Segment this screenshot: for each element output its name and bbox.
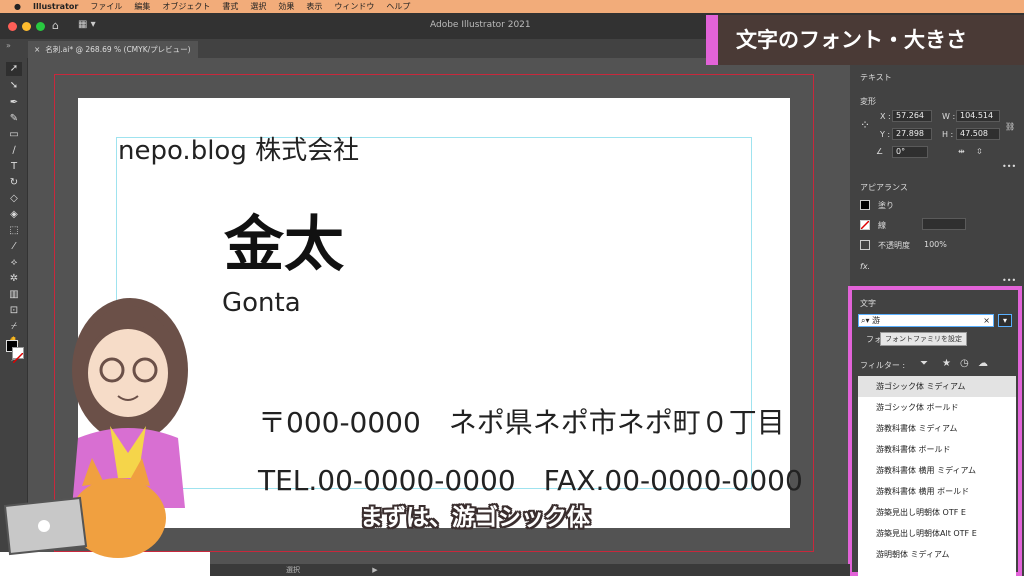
menu-help[interactable]: ヘルプ xyxy=(386,1,410,12)
minimize-window-button[interactable] xyxy=(22,22,31,31)
workspace-layout-icon[interactable]: ▦ ▾ xyxy=(78,19,96,30)
menu-window[interactable]: ウィンドウ xyxy=(334,1,374,12)
close-window-button[interactable] xyxy=(8,22,17,31)
font-item[interactable]: 游教科書体 横用 ボールド xyxy=(858,481,1016,502)
company-name-text[interactable]: nepo.blog 株式会社 xyxy=(118,130,359,167)
w-label: W : xyxy=(942,112,956,121)
tab-label: 名刺.ai* @ 268.69 % (CMYK/プレビュー) xyxy=(45,45,191,54)
paintbrush-tool-icon[interactable]: ∕ xyxy=(6,144,22,158)
font-item[interactable]: 游築見出し明朝体 OTF E xyxy=(858,502,1016,523)
stroke-label: 線 xyxy=(878,221,886,230)
h-field[interactable]: 47.508 xyxy=(956,128,1000,140)
text-section-title: テキスト xyxy=(860,73,892,82)
font-family-tooltip: フォントファミリを設定 xyxy=(880,332,967,346)
opacity-icon xyxy=(860,240,870,250)
status-current-tool[interactable]: 選択 xyxy=(286,566,300,574)
menu-type[interactable]: 書式 xyxy=(222,1,238,12)
warp-tool-icon[interactable]: ◈ xyxy=(6,208,22,222)
rotate-angle-field[interactable]: 0° xyxy=(892,146,928,158)
phone-fax-text[interactable]: TEL.00-0000-0000 FAX.00-0000-0000 xyxy=(258,459,803,499)
tutorial-heading-badge: 文字のフォント・大きさ xyxy=(706,15,1024,65)
menu-file[interactable]: ファイル xyxy=(90,1,122,12)
document-tab[interactable]: × 名刺.ai* @ 268.69 % (CMYK/プレビュー) xyxy=(28,41,198,58)
collapse-toolbar-icon[interactable]: » xyxy=(6,41,11,50)
w-field[interactable]: 104.514 xyxy=(956,110,1000,122)
rotate-tool-icon[interactable]: ↻ xyxy=(6,176,22,190)
reference-point-icon[interactable]: ⁘ xyxy=(860,118,870,132)
menu-object[interactable]: オブジェクト xyxy=(162,1,210,12)
fill-label: 塗り xyxy=(878,201,894,210)
character-panel-title: 文字 xyxy=(860,299,876,308)
fill-color-swatch[interactable] xyxy=(860,200,870,210)
selection-tool-icon[interactable]: ➚ xyxy=(6,62,22,76)
blend-tool-icon[interactable]: ⟡ xyxy=(6,256,22,270)
scale-tool-icon[interactable]: ⬚ xyxy=(6,224,22,238)
status-play-icon[interactable]: ▶ xyxy=(372,566,377,574)
eyedropper-tool-icon[interactable]: ⁄ xyxy=(6,240,22,254)
font-item[interactable]: 游明朝体 ミディアム xyxy=(858,544,1016,565)
status-bar: 選択 ▶ xyxy=(210,564,850,576)
illustrator-window: ● Illustrator ファイル 編集 オブジェクト 書式 選択 効果 表示… xyxy=(0,0,1024,576)
fx-button[interactable]: fx. xyxy=(860,262,870,271)
opacity-value[interactable]: 100% xyxy=(924,240,947,249)
menu-select[interactable]: 選択 xyxy=(250,1,266,12)
font-item-selected[interactable]: 游ゴシック体 ミディアム xyxy=(858,376,1016,397)
cloud-fonts-icon[interactable]: ☁ xyxy=(978,358,988,369)
presenter-illustration xyxy=(0,298,210,576)
eraser-tool-icon[interactable]: ◇ xyxy=(6,192,22,206)
font-search-value: 游 xyxy=(872,316,881,325)
font-item[interactable]: 游教科書体 横用 ミディアム xyxy=(858,460,1016,481)
pen-tool-icon[interactable]: ✒ xyxy=(6,96,22,110)
favorites-star-icon[interactable]: ★ xyxy=(942,358,951,369)
font-list: 游ゴシック体 ミディアム 游ゴシック体 ボールド 游教科書体 ミディアム 游教科… xyxy=(858,376,1016,576)
person-name-romaji-text[interactable]: Gonta xyxy=(222,288,301,318)
opacity-label: 不透明度 xyxy=(878,241,910,250)
search-icon: ⌕▾ xyxy=(861,316,870,325)
address-text[interactable]: 〒000-0000 ネポ県ネポ市ネポ町０丁目 xyxy=(258,401,842,441)
none-slash-icon xyxy=(860,220,870,230)
home-icon[interactable]: ⌂ xyxy=(52,19,59,32)
direct-selection-tool-icon[interactable]: ➘ xyxy=(6,79,22,93)
apple-icon[interactable]: ● xyxy=(14,2,21,11)
font-dropdown-button[interactable]: ▾ xyxy=(998,314,1012,327)
appearance-section-title: アピアランス xyxy=(860,183,908,192)
stroke-color-swatch[interactable] xyxy=(860,220,870,230)
flip-horizontal-icon[interactable]: ⇹ xyxy=(958,147,965,156)
stroke-weight-field[interactable] xyxy=(922,218,966,230)
rotate-angle-icon: ∠ xyxy=(876,147,884,156)
font-item[interactable]: 游教科書体 ボールド xyxy=(858,439,1016,460)
font-item[interactable]: 游築見出し明朝体Alt OTF E xyxy=(858,523,1016,544)
flip-vertical-icon[interactable]: ⇳ xyxy=(976,147,983,156)
person-name-text[interactable]: 金太 xyxy=(224,196,344,283)
appearance-more-button[interactable]: ••• xyxy=(1002,276,1016,285)
y-field[interactable]: 27.898 xyxy=(892,128,932,140)
menu-view[interactable]: 表示 xyxy=(306,1,322,12)
tab-close-icon[interactable]: × xyxy=(34,45,40,54)
zoom-window-button[interactable] xyxy=(36,22,45,31)
tutorial-caption: まずは、游ゴシック体 xyxy=(360,505,590,531)
recent-clock-icon[interactable]: ◷ xyxy=(960,358,969,369)
font-item[interactable]: 游ゴシック体 ボールド xyxy=(858,397,1016,418)
y-label: Y : xyxy=(880,130,891,139)
filter-label: フィルター : xyxy=(860,361,906,370)
curvature-tool-icon[interactable]: ✎ xyxy=(6,112,22,126)
font-item[interactable]: 游教科書体 ミディアム xyxy=(858,418,1016,439)
rectangle-tool-icon[interactable]: ▭ xyxy=(6,128,22,142)
filter-classification-icon[interactable]: ⏷ xyxy=(920,358,928,369)
h-label: H : xyxy=(942,130,954,139)
transform-section-title: 変形 xyxy=(860,97,876,106)
transform-more-button[interactable]: ••• xyxy=(1002,162,1016,171)
constrain-proportions-icon[interactable]: ⛓ xyxy=(1005,122,1015,131)
menu-app[interactable]: Illustrator xyxy=(33,2,78,11)
menu-effect[interactable]: 効果 xyxy=(278,1,294,12)
mac-menubar: ● Illustrator ファイル 編集 オブジェクト 書式 選択 効果 表示… xyxy=(0,0,1024,13)
x-label: X : xyxy=(880,112,891,121)
font-search-input[interactable]: ⌕▾ 游 × xyxy=(858,314,994,327)
window-title: Adobe Illustrator 2021 xyxy=(430,20,531,30)
type-tool-icon[interactable]: T xyxy=(6,160,22,174)
menu-edit[interactable]: 編集 xyxy=(134,1,150,12)
clear-search-icon[interactable]: × xyxy=(983,315,990,326)
x-field[interactable]: 57.264 xyxy=(892,110,932,122)
